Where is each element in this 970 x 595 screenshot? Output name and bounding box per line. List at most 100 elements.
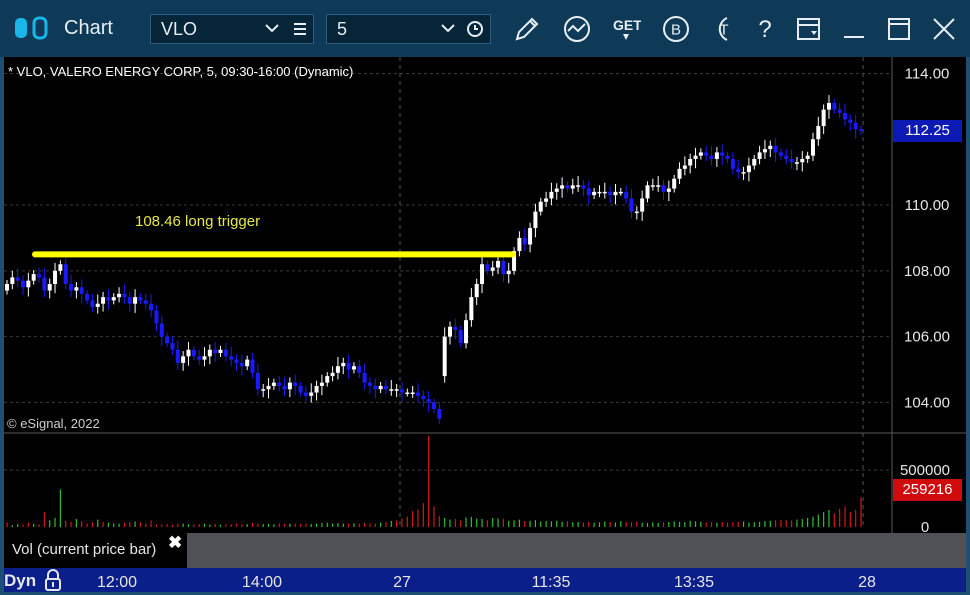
candle-body [234, 359, 239, 363]
copyright-label: © eSignal, 2022 [7, 416, 100, 431]
candle-body [528, 228, 533, 245]
candle-body [432, 402, 436, 409]
candle-body [602, 191, 607, 194]
candle-body [480, 264, 485, 284]
candle-body [165, 336, 170, 344]
candle-body [255, 372, 260, 390]
candle-body [517, 237, 522, 252]
time-label: 12:00 [96, 574, 138, 591]
candle-body [26, 280, 31, 288]
time-axis[interactable] [4, 568, 966, 592]
candle-body [186, 349, 191, 357]
candle-body [421, 395, 426, 400]
close-pane-icon[interactable]: ✖ [168, 533, 182, 553]
candle-body [800, 158, 805, 163]
last-volume-badge: 259216 [893, 479, 962, 501]
candle-body [298, 385, 303, 393]
candle-body [154, 310, 159, 324]
candle-body [367, 382, 372, 386]
candle-body [101, 297, 106, 304]
candle-body [698, 152, 703, 156]
candle-body [351, 366, 356, 370]
candle-body [133, 297, 138, 304]
candle-body [730, 158, 735, 169]
candle-body [778, 152, 783, 156]
candle-body [282, 385, 287, 390]
candle-body [618, 191, 623, 194]
candle-body [309, 392, 314, 396]
candle-body [47, 283, 52, 291]
candle-body [426, 399, 431, 403]
candle-body [650, 185, 655, 187]
candle-body [181, 356, 186, 363]
candle-body [223, 349, 228, 357]
candle-body [629, 198, 634, 212]
candle-body [826, 103, 831, 110]
candle-body [58, 264, 63, 271]
candle-body [10, 277, 15, 284]
price-tick-label: 108.00 [904, 263, 950, 280]
volume-tick-label: 500000 [900, 462, 950, 479]
candle-body [757, 152, 762, 159]
dyn-label[interactable]: Dyn [4, 571, 36, 591]
candle-body [394, 389, 399, 391]
price-tick-label: 106.00 [904, 329, 950, 346]
candle-body [15, 277, 20, 281]
candle-body [640, 198, 645, 212]
candle-body [794, 162, 799, 164]
candle-body [544, 198, 549, 202]
lock-icon[interactable] [44, 569, 62, 591]
time-label: 13:35 [673, 574, 715, 591]
price-chart[interactable]: 114.00110.00108.00106.00104.005000000108… [0, 0, 970, 595]
candle-body [458, 330, 463, 344]
candle-body [624, 191, 629, 199]
candle-body [31, 274, 36, 281]
candle-body [373, 385, 378, 390]
candle-body [53, 270, 58, 284]
candle-body [325, 376, 330, 383]
candle-body [474, 283, 479, 298]
time-label: 14:00 [241, 574, 283, 591]
candle-body [453, 326, 458, 331]
candle-body [42, 277, 47, 291]
candle-body [287, 382, 292, 390]
candle-body [303, 392, 308, 396]
candle-body [335, 366, 340, 373]
candle-body [170, 343, 175, 350]
candle-body [277, 382, 282, 386]
candle-body [784, 155, 789, 159]
candle-body [261, 389, 266, 391]
candle-body [90, 300, 95, 307]
candle-body [143, 300, 148, 304]
candle-body [191, 349, 196, 357]
candle-body [197, 356, 202, 360]
candle-body [565, 185, 570, 189]
candle-body [661, 185, 666, 192]
candle-body [266, 385, 271, 390]
candle-body [383, 385, 388, 390]
candle-body [586, 188, 591, 196]
candle-body [111, 297, 116, 301]
candle-body [399, 389, 404, 393]
pane-separator [187, 533, 966, 568]
candle-body [122, 293, 127, 298]
candle-body [810, 139, 815, 156]
candle-body [538, 201, 543, 212]
candle-body [330, 372, 335, 377]
candle-body [362, 372, 367, 383]
time-label: 11:35 [531, 574, 571, 591]
candle-body [789, 158, 794, 163]
candle-body [725, 155, 730, 159]
candle-body [746, 165, 751, 173]
candle-body [175, 349, 180, 363]
candle-body [496, 260, 501, 268]
candle-body [437, 408, 442, 419]
candle-body [202, 356, 207, 360]
candle-body [506, 270, 511, 275]
candle-body [293, 382, 298, 386]
candle-body [314, 385, 319, 393]
candle-body [501, 260, 506, 275]
candle-body [245, 359, 250, 367]
candle-body [485, 264, 490, 271]
candle-body [239, 362, 244, 367]
